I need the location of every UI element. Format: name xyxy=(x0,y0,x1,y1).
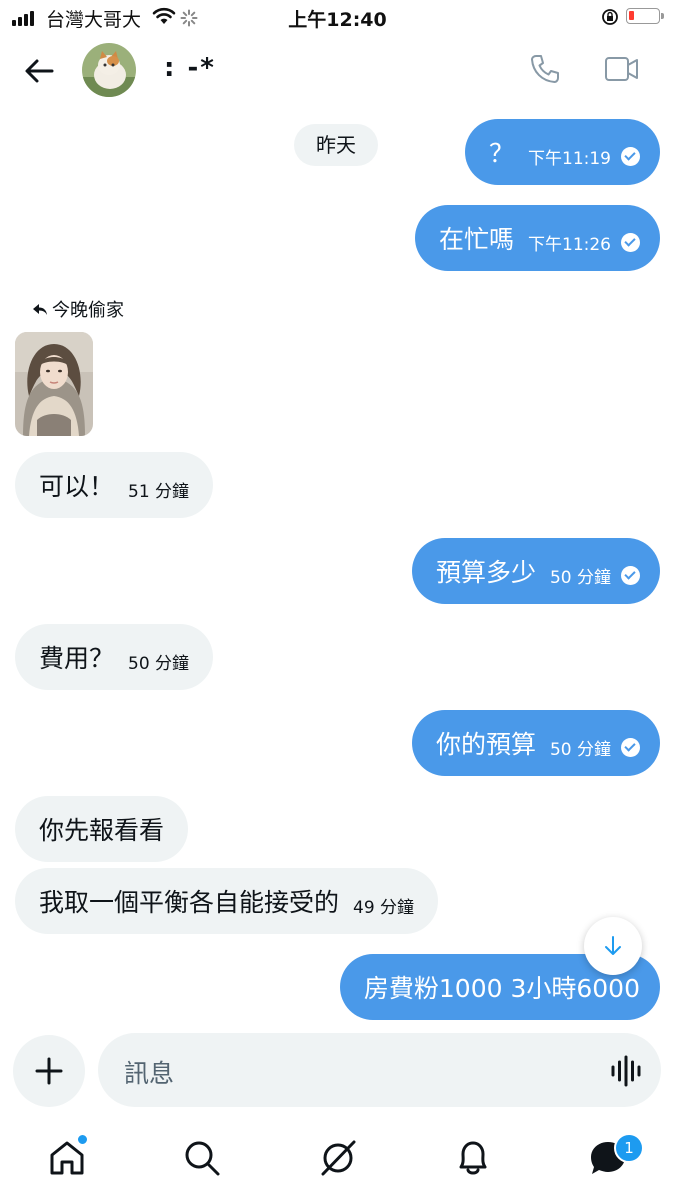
voice-message-icon[interactable] xyxy=(610,1054,642,1088)
incoming-message[interactable]: 你先報看看 xyxy=(15,796,189,862)
messages-badge: 1 xyxy=(614,1133,644,1163)
add-media-button[interactable] xyxy=(13,1035,85,1107)
incoming-message[interactable]: 我取一個平衡各自能接受的 49 分鐘 xyxy=(15,868,439,934)
message-text: 你先報看看 xyxy=(39,816,165,845)
message-text: 我取一個平衡各自能接受的 xyxy=(39,888,340,917)
message-time: 下午11:19 xyxy=(528,148,611,169)
clock: 上午12:40 xyxy=(288,9,387,31)
message-text: 你的預算 xyxy=(435,730,536,759)
message-text: 在忙嗎 xyxy=(438,225,514,254)
status-bar: 台灣大哥大 上午12:40 xyxy=(0,0,675,36)
message-time: 51 分鐘 xyxy=(128,481,190,502)
conversation-header: : -* xyxy=(0,36,675,106)
home-unread-dot xyxy=(76,1133,89,1146)
arrow-down-icon xyxy=(605,936,621,955)
message-time: 下午11:26 xyxy=(528,234,611,255)
message-time: 50 分鐘 xyxy=(128,653,190,674)
message-text: 費用？ xyxy=(39,644,115,673)
back-arrow-icon[interactable] xyxy=(22,54,56,88)
date-separator: 昨天 xyxy=(294,124,378,166)
read-check-icon xyxy=(621,737,640,757)
outgoing-message[interactable]: 預算多少 50 分鐘 xyxy=(411,538,660,604)
reply-context: 今晚偷家 xyxy=(32,296,124,322)
scroll-to-bottom-button[interactable] xyxy=(584,917,642,975)
message-text: 預算多少 xyxy=(435,558,536,587)
message-input-placeholder: 訊息 xyxy=(124,1059,175,1088)
incoming-message[interactable]: 費用？ 50 分鐘 xyxy=(15,624,214,690)
shared-photo[interactable] xyxy=(15,332,93,436)
reply-arrow-icon xyxy=(33,304,47,315)
avatar[interactable] xyxy=(82,43,136,97)
outgoing-message[interactable]: ？ 下午11:19 xyxy=(464,119,660,185)
read-check-icon xyxy=(621,565,640,585)
plus-icon xyxy=(35,1057,63,1085)
contact-name[interactable]: : -* xyxy=(164,53,216,83)
incoming-message[interactable]: 可以！ 51 分鐘 xyxy=(15,452,214,518)
search-icon[interactable] xyxy=(182,1138,222,1178)
read-check-icon xyxy=(621,232,640,252)
message-time: 50 分鐘 xyxy=(549,739,611,760)
message-time: 49 分鐘 xyxy=(353,897,415,918)
battery-icon xyxy=(626,8,664,24)
orientation-lock-icon xyxy=(602,9,618,25)
message-text: 房費粉1000 3小時6000 xyxy=(363,974,640,1003)
grok-icon[interactable] xyxy=(318,1138,358,1178)
notifications-icon[interactable] xyxy=(453,1138,493,1178)
outgoing-message[interactable]: 你的預算 50 分鐘 xyxy=(411,710,660,776)
reply-label-text: 今晚偷家 xyxy=(52,300,124,321)
message-time: 50 分鐘 xyxy=(549,567,611,588)
phone-icon[interactable] xyxy=(528,52,562,86)
message-input[interactable] xyxy=(98,1033,661,1107)
outgoing-message[interactable]: 在忙嗎 下午11:26 xyxy=(414,205,660,271)
bottom-tab-bar: 1 xyxy=(0,1125,675,1200)
read-check-icon xyxy=(621,146,640,166)
message-text: 可以！ xyxy=(39,472,115,501)
video-icon[interactable] xyxy=(604,54,640,84)
message-text: ？ xyxy=(488,139,514,168)
